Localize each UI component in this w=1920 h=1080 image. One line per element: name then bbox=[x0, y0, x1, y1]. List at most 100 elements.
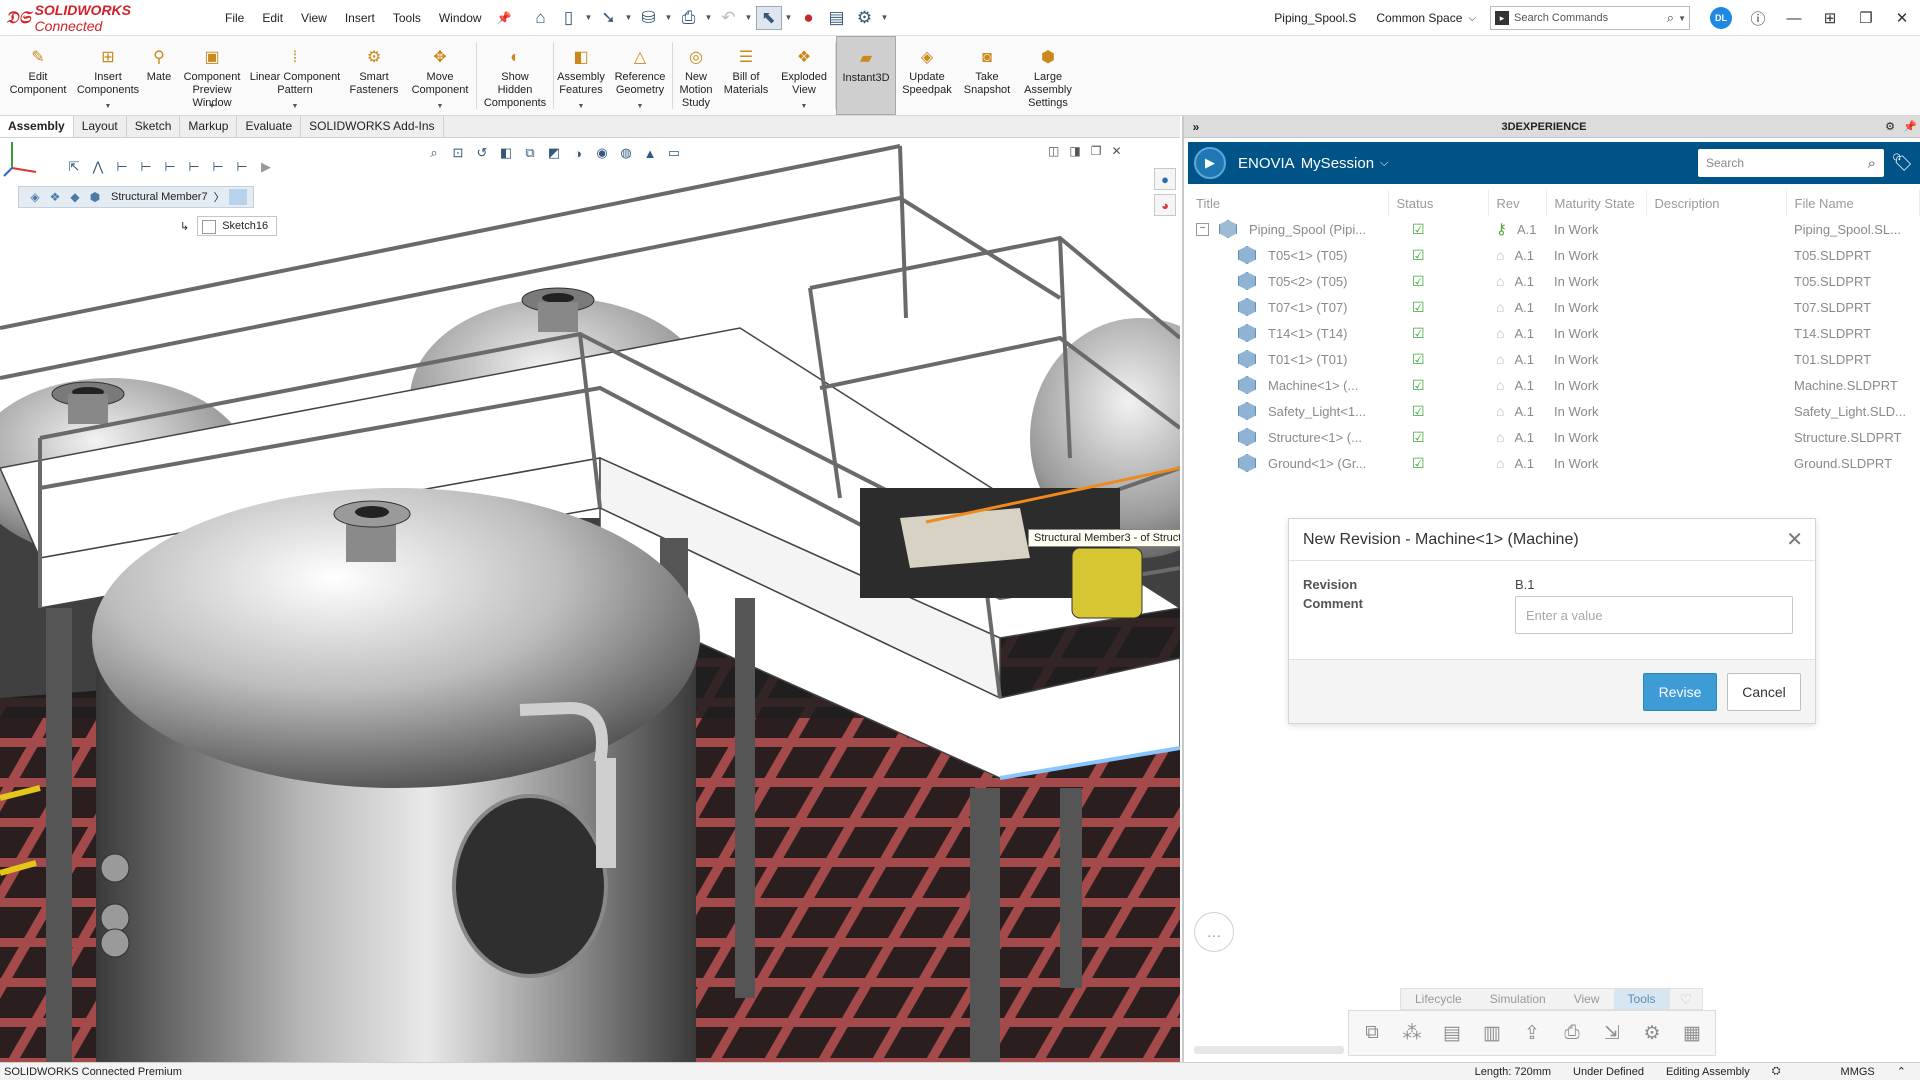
select-icon[interactable]: ⬉ bbox=[755, 5, 782, 30]
traffic-light-icon[interactable]: ● bbox=[796, 6, 822, 30]
viewport-restore-icon[interactable]: ❐ bbox=[1091, 144, 1102, 158]
enovia-app-sub[interactable]: MySession bbox=[1301, 155, 1374, 172]
appearance-icon[interactable]: ◍ bbox=[616, 144, 636, 162]
print-caret-icon[interactable]: ▼ bbox=[704, 13, 714, 22]
status-options-icon[interactable]: ⌃ bbox=[1897, 1065, 1906, 1078]
enovia-caret-icon[interactable]: ⌵ bbox=[1380, 157, 1388, 170]
instant3d-button[interactable]: ▰ Instant3D bbox=[836, 36, 896, 115]
mate-button[interactable]: ⚲ Mate bbox=[140, 36, 178, 115]
assembly-breadcrumb-icon[interactable]: ◈ bbox=[25, 190, 45, 204]
table-row[interactable]: Machine<1> (... ☑ ⌂ A.1 In Work Machine.SLDPR… bbox=[1188, 372, 1920, 398]
menu-tools[interactable]: Tools bbox=[384, 11, 430, 25]
dimension-icon-5[interactable]: ⊢ bbox=[208, 158, 228, 176]
table-row[interactable]: − Piping_Spool (Pipi... ☑ ⚷ A.1 In Work Piping… bbox=[1188, 216, 1920, 242]
new-motion-study-button[interactable]: ◎ New Motion Study bbox=[673, 36, 719, 115]
unlocked-icon[interactable]: ⌂ bbox=[1496, 351, 1504, 367]
open-caret-icon[interactable]: ▼ bbox=[624, 13, 634, 22]
appearance-ball-icon[interactable]: ◕ bbox=[1154, 194, 1176, 216]
action-tab-view[interactable]: View bbox=[1560, 989, 1614, 1009]
dropdown-caret-icon[interactable]: ▼ bbox=[209, 100, 216, 113]
dimension-icon-1[interactable]: ⊢ bbox=[112, 158, 132, 176]
linear-component-pattern-button[interactable]: ⁞ Linear Component Pattern ▼ bbox=[246, 36, 344, 115]
tab-markup[interactable]: Markup bbox=[180, 116, 238, 137]
table-row[interactable]: T14<1> (T14) ☑ ⌂ A.1 In Work T14.SLDPRT bbox=[1188, 320, 1920, 346]
enovia-search-input[interactable]: Search ⌕ bbox=[1698, 149, 1884, 177]
menu-view[interactable]: View bbox=[292, 11, 336, 25]
save-icon[interactable]: ⛁ bbox=[636, 6, 662, 30]
favorite-heart-icon[interactable]: ♡ bbox=[1670, 989, 1703, 1009]
row-title-cell[interactable]: T05<2> (T05) bbox=[1188, 268, 1388, 294]
dimension-icon-2[interactable]: ⊢ bbox=[136, 158, 156, 176]
tag-icon[interactable]: 🏷 bbox=[1884, 153, 1920, 173]
bill-of-materials-button[interactable]: ☰ Bill of Materials bbox=[719, 36, 773, 115]
action-tab-tools[interactable]: Tools bbox=[1613, 989, 1670, 1009]
table-row[interactable]: Safety_Light<1... ☑ ⌂ A.1 In Work Safety_Ligh… bbox=[1188, 398, 1920, 424]
pin-icon[interactable]: 📌 bbox=[497, 11, 512, 25]
show-hidden-components-button[interactable]: ◐ Show Hidden Components bbox=[477, 36, 553, 115]
unlocked-icon[interactable]: ⌂ bbox=[1496, 299, 1504, 315]
revise-button[interactable]: Revise bbox=[1643, 672, 1717, 711]
viewport-split-icon[interactable]: ◫ bbox=[1048, 144, 1059, 158]
undo-caret-icon[interactable]: ▼ bbox=[744, 13, 754, 22]
row-title-cell[interactable]: T01<1> (T01) bbox=[1188, 346, 1388, 372]
scene-icon[interactable]: ▲ bbox=[640, 144, 660, 162]
barcode-icon[interactable]: ▥ bbox=[1475, 1016, 1509, 1050]
assembly-features-button[interactable]: ◧ Assembly Features ▼ bbox=[554, 36, 608, 115]
menu-file[interactable]: File bbox=[216, 11, 253, 25]
minimize-icon[interactable]: — bbox=[1776, 10, 1812, 27]
enovia-search-icon[interactable]: ⌕ bbox=[1868, 155, 1876, 172]
collab-space-selector[interactable]: Common Space bbox=[1376, 11, 1462, 25]
panel-settings-icon[interactable]: ⚙ bbox=[1880, 120, 1900, 133]
col-rev[interactable]: Rev bbox=[1488, 190, 1547, 216]
save-caret-icon[interactable]: ▼ bbox=[664, 13, 674, 22]
globe-icon[interactable]: ● bbox=[1154, 168, 1176, 190]
table-row[interactable]: Structure<1> (... ☑ ⌂ A.1 In Work Structure.S… bbox=[1188, 424, 1920, 450]
viewport-link-icon[interactable]: ◨ bbox=[1069, 144, 1080, 158]
upload-icon[interactable]: ⇪ bbox=[1515, 1016, 1549, 1050]
dropdown-caret-icon[interactable]: ▼ bbox=[801, 100, 808, 113]
move-component-button[interactable]: ✥ Move Component ▼ bbox=[404, 36, 476, 115]
undo-icon[interactable]: ↶ bbox=[716, 6, 742, 30]
search-icon[interactable]: ⌕ bbox=[1667, 10, 1674, 26]
table-row[interactable]: Ground<1> (Gr... ☑ ⌂ A.1 In Work Ground.SLDPR… bbox=[1188, 450, 1920, 476]
exit-sketch-icon[interactable]: ⇱ bbox=[64, 158, 84, 176]
smart-fasteners-button[interactable]: ⚙ Smart Fasteners bbox=[344, 36, 404, 115]
row-title-cell[interactable]: − Piping_Spool (Pipi... bbox=[1188, 216, 1388, 242]
unlocked-icon[interactable]: ⌂ bbox=[1496, 247, 1504, 263]
col-maturity[interactable]: Maturity State bbox=[1546, 190, 1647, 216]
help-icon[interactable]: ⓘ bbox=[1740, 8, 1776, 29]
space-caret-icon[interactable]: ⌵ bbox=[1468, 13, 1476, 24]
new-caret-icon[interactable]: ▼ bbox=[584, 13, 594, 22]
dropdown-caret-icon[interactable]: ▼ bbox=[578, 100, 585, 113]
open-icon[interactable]: ➘ bbox=[596, 6, 622, 30]
collapse-tree-icon[interactable]: − bbox=[1196, 222, 1209, 236]
table-settings-icon[interactable]: ▦ bbox=[1675, 1016, 1709, 1050]
table-row[interactable]: T05<1> (T05) ☑ ⌂ A.1 In Work T05.SLDPRT bbox=[1188, 242, 1920, 268]
dropdown-caret-icon[interactable]: ▼ bbox=[437, 100, 444, 113]
previous-view-icon[interactable]: ↺ bbox=[472, 144, 492, 162]
reserved-key-icon[interactable]: ⚷ bbox=[1496, 221, 1507, 238]
cancel-button[interactable]: Cancel bbox=[1727, 672, 1801, 711]
edit-component-button[interactable]: ✎ Edit Component bbox=[0, 36, 76, 115]
action-tab-lifecycle[interactable]: Lifecycle bbox=[1401, 989, 1476, 1009]
export-icon[interactable]: ⇲ bbox=[1595, 1016, 1629, 1050]
enovia-compass-icon[interactable]: ▶ bbox=[1194, 147, 1226, 179]
new-document-icon[interactable]: ▯ bbox=[556, 6, 582, 30]
tab-evaluate[interactable]: Evaluate bbox=[237, 116, 302, 137]
print-icon[interactable]: ⎙ bbox=[676, 6, 702, 30]
dimension-icon-3[interactable]: ⊢ bbox=[160, 158, 180, 176]
graphics-area[interactable]: ⇱ ⋀ ⊢ ⊢ ⊢ ⊢ ⊢ ⊢ ▶ ⌕ ⊡ ↺ ◧ ⧉ ◩ ◑ ◉ ◍ ▲ ▭ … bbox=[0, 138, 1180, 1062]
select-caret-icon[interactable]: ▼ bbox=[784, 13, 794, 22]
tab-layout[interactable]: Layout bbox=[74, 116, 127, 137]
unlocked-icon[interactable]: ⌂ bbox=[1496, 377, 1504, 393]
table-row[interactable]: T05<2> (T05) ☑ ⌂ A.1 In Work T05.SLDPRT bbox=[1188, 268, 1920, 294]
dynamic-annotation-icon[interactable]: ⧉ bbox=[520, 144, 540, 162]
row-title-cell[interactable]: Structure<1> (... bbox=[1188, 424, 1388, 450]
view-settings-icon[interactable]: ▭ bbox=[664, 144, 684, 162]
print-tool-icon[interactable]: ⎙ bbox=[1555, 1016, 1589, 1050]
model-scene[interactable] bbox=[0, 138, 1180, 1062]
breadcrumb-feature[interactable]: Structural Member7 bbox=[111, 191, 208, 203]
settings-gear-icon[interactable]: ⚙ bbox=[1635, 1016, 1669, 1050]
component-preview-window-button[interactable]: ▣ Component Preview Window ▼ bbox=[178, 36, 246, 115]
table-row[interactable]: T07<1> (T07) ☑ ⌂ A.1 In Work T07.SLDPRT bbox=[1188, 294, 1920, 320]
